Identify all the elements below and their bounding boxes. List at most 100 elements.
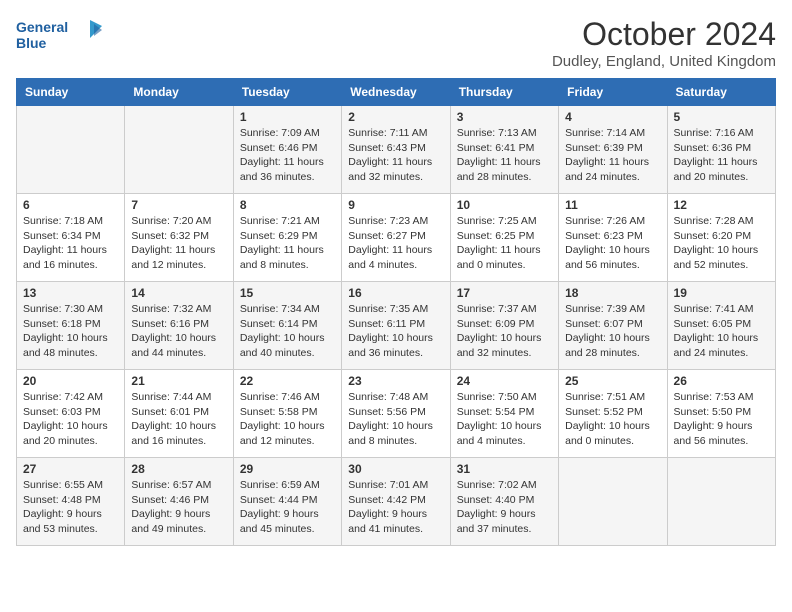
location: Dudley, England, United Kingdom	[552, 53, 776, 70]
day-number: 4	[565, 110, 660, 124]
day-info: Sunrise: 7:18 AM Sunset: 6:34 PM Dayligh…	[23, 214, 118, 273]
day-info: Sunrise: 7:48 AM Sunset: 5:56 PM Dayligh…	[348, 390, 443, 449]
day-info: Sunrise: 7:35 AM Sunset: 6:11 PM Dayligh…	[348, 302, 443, 361]
day-number: 12	[674, 198, 769, 212]
day-number: 26	[674, 374, 769, 388]
calendar-week-row: 20 Sunrise: 7:42 AM Sunset: 6:03 PM Dayli…	[17, 370, 776, 458]
day-info: Sunrise: 7:21 AM Sunset: 6:29 PM Dayligh…	[240, 214, 335, 273]
calendar-cell: 14 Sunrise: 7:32 AM Sunset: 6:16 PM Dayli…	[125, 282, 233, 370]
day-info: Sunrise: 7:25 AM Sunset: 6:25 PM Dayligh…	[457, 214, 552, 273]
day-info: Sunrise: 7:13 AM Sunset: 6:41 PM Dayligh…	[457, 126, 552, 185]
logo: General Blue	[16, 16, 106, 56]
calendar-cell: 1Sunrise: 7:09 AM Sunset: 6:46 PM Daylig…	[233, 106, 341, 194]
day-info: Sunrise: 7:26 AM Sunset: 6:23 PM Dayligh…	[565, 214, 660, 273]
logo-svg: General Blue	[16, 16, 106, 56]
calendar-cell	[559, 458, 667, 546]
calendar-cell: 21Sunrise: 7:44 AM Sunset: 6:01 PM Dayli…	[125, 370, 233, 458]
day-number: 15	[240, 286, 335, 300]
day-info: Sunrise: 7:51 AM Sunset: 5:52 PM Dayligh…	[565, 390, 660, 449]
calendar-cell: 29 Sunrise: 6:59 AM Sunset: 4:44 PM Dayli…	[233, 458, 341, 546]
day-number: 22	[240, 374, 335, 388]
day-of-week-header: Thursday	[450, 79, 558, 106]
calendar-cell: 23 Sunrise: 7:48 AM Sunset: 5:56 PM Dayli…	[342, 370, 450, 458]
calendar-cell: 30 Sunrise: 7:01 AM Sunset: 4:42 PM Dayli…	[342, 458, 450, 546]
day-info: Sunrise: 6:57 AM Sunset: 4:46 PM Dayligh…	[131, 478, 226, 537]
calendar-cell: 24 Sunrise: 7:50 AM Sunset: 5:54 PM Dayli…	[450, 370, 558, 458]
calendar-header-row: SundayMondayTuesdayWednesdayThursdayFrid…	[17, 79, 776, 106]
day-info: Sunrise: 7:42 AM Sunset: 6:03 PM Dayligh…	[23, 390, 118, 449]
day-info: Sunrise: 7:50 AM Sunset: 5:54 PM Dayligh…	[457, 390, 552, 449]
day-info: Sunrise: 7:02 AM Sunset: 4:40 PM Dayligh…	[457, 478, 552, 537]
day-number: 24	[457, 374, 552, 388]
calendar-cell: 8 Sunrise: 7:21 AM Sunset: 6:29 PM Daylig…	[233, 194, 341, 282]
calendar-cell: 6 Sunrise: 7:18 AM Sunset: 6:34 PM Daylig…	[17, 194, 125, 282]
calendar-cell: 9Sunrise: 7:23 AM Sunset: 6:27 PM Daylig…	[342, 194, 450, 282]
day-info: Sunrise: 7:46 AM Sunset: 5:58 PM Dayligh…	[240, 390, 335, 449]
day-number: 23	[348, 374, 443, 388]
day-number: 3	[457, 110, 552, 124]
day-number: 21	[131, 374, 226, 388]
day-number: 30	[348, 462, 443, 476]
day-info: Sunrise: 7:32 AM Sunset: 6:16 PM Dayligh…	[131, 302, 226, 361]
calendar-cell: 3 Sunrise: 7:13 AM Sunset: 6:41 PM Daylig…	[450, 106, 558, 194]
day-info: Sunrise: 7:23 AM Sunset: 6:27 PM Dayligh…	[348, 214, 443, 273]
calendar-cell: 4 Sunrise: 7:14 AM Sunset: 6:39 PM Daylig…	[559, 106, 667, 194]
day-number: 6	[23, 198, 118, 212]
day-number: 10	[457, 198, 552, 212]
calendar-cell: 18 Sunrise: 7:39 AM Sunset: 6:07 PM Dayli…	[559, 282, 667, 370]
day-info: Sunrise: 7:09 AM Sunset: 6:46 PM Dayligh…	[240, 126, 335, 185]
title-area: October 2024 Dudley, England, United Kin…	[552, 16, 776, 70]
day-number: 14	[131, 286, 226, 300]
calendar-week-row: 13Sunrise: 7:30 AM Sunset: 6:18 PM Dayli…	[17, 282, 776, 370]
day-of-week-header: Friday	[559, 79, 667, 106]
day-info: Sunrise: 7:39 AM Sunset: 6:07 PM Dayligh…	[565, 302, 660, 361]
calendar-week-row: 1Sunrise: 7:09 AM Sunset: 6:46 PM Daylig…	[17, 106, 776, 194]
day-of-week-header: Monday	[125, 79, 233, 106]
page-header: General Blue October 2024 Dudley, Englan…	[16, 16, 776, 70]
calendar-cell: 16 Sunrise: 7:35 AM Sunset: 6:11 PM Dayli…	[342, 282, 450, 370]
calendar-cell: 19Sunrise: 7:41 AM Sunset: 6:05 PM Dayli…	[667, 282, 775, 370]
calendar-table: SundayMondayTuesdayWednesdayThursdayFrid…	[16, 78, 776, 546]
day-number: 8	[240, 198, 335, 212]
day-number: 20	[23, 374, 118, 388]
day-info: Sunrise: 7:11 AM Sunset: 6:43 PM Dayligh…	[348, 126, 443, 185]
day-info: Sunrise: 7:20 AM Sunset: 6:32 PM Dayligh…	[131, 214, 226, 273]
day-info: Sunrise: 7:53 AM Sunset: 5:50 PM Dayligh…	[674, 390, 769, 449]
calendar-cell: 15 Sunrise: 7:34 AM Sunset: 6:14 PM Dayli…	[233, 282, 341, 370]
day-number: 5	[674, 110, 769, 124]
day-info: Sunrise: 7:34 AM Sunset: 6:14 PM Dayligh…	[240, 302, 335, 361]
day-number: 29	[240, 462, 335, 476]
day-info: Sunrise: 7:37 AM Sunset: 6:09 PM Dayligh…	[457, 302, 552, 361]
day-number: 16	[348, 286, 443, 300]
day-number: 25	[565, 374, 660, 388]
day-info: Sunrise: 7:41 AM Sunset: 6:05 PM Dayligh…	[674, 302, 769, 361]
day-number: 2	[348, 110, 443, 124]
day-number: 13	[23, 286, 118, 300]
day-info: Sunrise: 7:01 AM Sunset: 4:42 PM Dayligh…	[348, 478, 443, 537]
calendar-cell	[17, 106, 125, 194]
day-info: Sunrise: 6:55 AM Sunset: 4:48 PM Dayligh…	[23, 478, 118, 537]
day-number: 31	[457, 462, 552, 476]
calendar-cell: 11 Sunrise: 7:26 AM Sunset: 6:23 PM Dayli…	[559, 194, 667, 282]
day-number: 18	[565, 286, 660, 300]
calendar-cell: 28Sunrise: 6:57 AM Sunset: 4:46 PM Dayli…	[125, 458, 233, 546]
calendar-cell: 27 Sunrise: 6:55 AM Sunset: 4:48 PM Dayli…	[17, 458, 125, 546]
day-info: Sunrise: 7:14 AM Sunset: 6:39 PM Dayligh…	[565, 126, 660, 185]
calendar-cell: 17 Sunrise: 7:37 AM Sunset: 6:09 PM Dayli…	[450, 282, 558, 370]
calendar-cell: 7Sunrise: 7:20 AM Sunset: 6:32 PM Daylig…	[125, 194, 233, 282]
calendar-week-row: 27 Sunrise: 6:55 AM Sunset: 4:48 PM Dayli…	[17, 458, 776, 546]
calendar-cell: 22 Sunrise: 7:46 AM Sunset: 5:58 PM Dayli…	[233, 370, 341, 458]
day-info: Sunrise: 6:59 AM Sunset: 4:44 PM Dayligh…	[240, 478, 335, 537]
month-title: October 2024	[552, 16, 776, 53]
day-number: 17	[457, 286, 552, 300]
day-of-week-header: Saturday	[667, 79, 775, 106]
calendar-cell: 10 Sunrise: 7:25 AM Sunset: 6:25 PM Dayli…	[450, 194, 558, 282]
day-number: 11	[565, 198, 660, 212]
calendar-cell: 12 Sunrise: 7:28 AM Sunset: 6:20 PM Dayli…	[667, 194, 775, 282]
svg-text:Blue: Blue	[16, 35, 47, 51]
day-number: 27	[23, 462, 118, 476]
calendar-cell: 20 Sunrise: 7:42 AM Sunset: 6:03 PM Dayli…	[17, 370, 125, 458]
day-of-week-header: Tuesday	[233, 79, 341, 106]
day-info: Sunrise: 7:28 AM Sunset: 6:20 PM Dayligh…	[674, 214, 769, 273]
svg-text:General: General	[16, 19, 68, 35]
